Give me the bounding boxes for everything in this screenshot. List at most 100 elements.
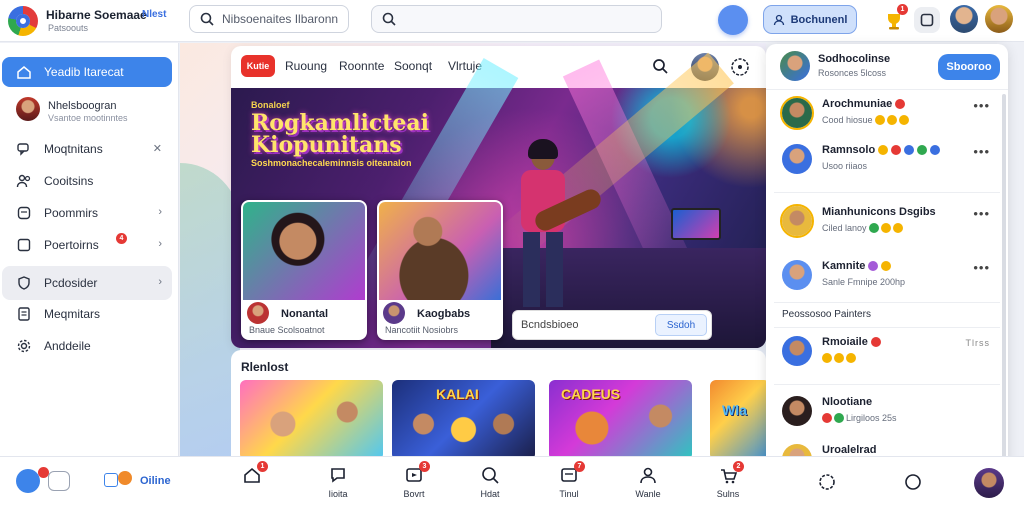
video-thumbnail[interactable]: Wla — [710, 380, 766, 456]
emoji-icon — [880, 223, 891, 233]
sidebar-item-pcdosider[interactable]: Pcdosider › — [2, 266, 172, 300]
bottom-nav-label: Sulns — [716, 489, 740, 499]
bottom-nav-mail[interactable]: 7 Tinul — [544, 461, 594, 509]
search-placeholder: Nibsoenaites Ilbaronn — [222, 12, 339, 26]
hero-text-input[interactable]: Bcndsbioeo Ssdoh — [512, 310, 712, 340]
scrollbar[interactable] — [1002, 94, 1006, 494]
notification-badge: 1 — [897, 4, 908, 15]
list-item[interactable]: Nlootiane Lirgiloos 25s — [766, 394, 1000, 434]
secondary-search-input[interactable] — [371, 5, 662, 33]
avatar[interactable] — [780, 51, 810, 81]
bell-icon — [17, 238, 31, 252]
gear-icon — [17, 339, 31, 353]
bottom-nav-label: Hdat — [480, 489, 500, 499]
hero-banner[interactable]: Bonaloef Rogkamlicteai Kiopunitans Soshm… — [231, 52, 766, 348]
sidebar-item-anddeile[interactable]: Anddeile — [2, 331, 172, 361]
sidebar-item-cooitsins[interactable]: Cooitsins — [2, 166, 172, 196]
chevron-right-icon: › — [158, 206, 162, 218]
more-options-icon[interactable]: ••• — [973, 144, 990, 159]
sidebar-item-label: Cooitsins — [44, 174, 94, 188]
hero-kicker: Bonaloef — [251, 100, 290, 110]
more-options-icon[interactable]: ••• — [973, 206, 990, 221]
sidebar-item-label: Poommirs — [44, 206, 99, 220]
bottom-nav-chat[interactable]: Iioita — [313, 465, 363, 509]
app-title: Hibarne Soemaae — [46, 8, 147, 22]
performer-card[interactable]: Nonantal Bnaue Scolsoatnot — [241, 200, 367, 340]
sidebar-item-poertoirns[interactable]: Poertoirns 4 › — [2, 230, 172, 260]
bottom-nav-profile[interactable]: Wanle — [623, 465, 673, 509]
chat-icon — [331, 468, 345, 483]
avatar — [16, 97, 40, 121]
panel-title: Sodhocolinse — [818, 53, 891, 65]
video-thumbnail[interactable] — [240, 380, 383, 456]
list-item[interactable]: Ramnsolo Usoo riiaos ••• — [766, 142, 1000, 182]
live-badge[interactable]: Kutie — [241, 55, 275, 77]
online-label[interactable]: Oiline — [140, 475, 171, 487]
feature-card: Kutie Ruoung Roonnte Soonqt Vlrtuje Bona… — [231, 46, 766, 348]
user-name: Nhelsboogran — [48, 100, 117, 112]
list-item[interactable]: Arochmuniae Cood hiosue ••• — [766, 96, 1000, 136]
tab-soonqt[interactable]: Soonqt — [394, 59, 432, 73]
video-thumbnail[interactable]: CADEUS — [549, 380, 692, 456]
bottom-nav-shop[interactable]: 2 Sulns — [703, 461, 753, 509]
performer-card[interactable]: Kaogbabs Nancotiit Nosiobrs — [377, 200, 503, 340]
notification-badge: 1 — [257, 461, 268, 472]
profile-avatar[interactable] — [985, 5, 1013, 33]
video-thumbnail[interactable]: KALAI — [392, 380, 535, 456]
emoji-icon — [898, 115, 909, 125]
status-orb-button[interactable] — [718, 5, 748, 35]
status-icon — [895, 99, 906, 109]
window-switch-icon[interactable] — [48, 471, 70, 491]
sidebar-item-home[interactable]: Yeadib Itarecat — [2, 57, 172, 87]
search-icon[interactable] — [652, 58, 668, 74]
app-switch-button[interactable] — [16, 469, 40, 493]
list-item[interactable]: Mianhunicons Dsgibs Ciled lanoy ••• — [766, 204, 1000, 244]
trophy-button[interactable]: 1 — [881, 4, 908, 33]
panel-action-button[interactable]: Sbooroo — [938, 54, 1000, 80]
app-logo[interactable] — [8, 6, 38, 36]
divider — [774, 384, 1000, 385]
list-item[interactable]: Kamnite Sanle Fmnipe 200hp ••• — [766, 258, 1000, 298]
list-item[interactable]: Rmoiaile Tlrss — [766, 334, 1000, 374]
bottom-nav-label: Iioita — [328, 489, 348, 499]
top-bar: Hibarne Soemaae Nlest Patsoouts Nibsoena… — [0, 0, 1024, 42]
right-panel: Sodhocolinse Rosonces 5lcoss Sbooroo Aro… — [766, 44, 1008, 506]
avatar — [247, 302, 269, 324]
avatar[interactable] — [950, 5, 978, 33]
app-subtitle: Patsoouts — [48, 23, 89, 33]
thumbnail-label: Wla — [722, 402, 747, 418]
sidebar-item-label: Yeadib Itarecat — [44, 65, 124, 79]
bottom-nav-home[interactable]: 1 — [227, 461, 277, 509]
section-title: Peossosoo Painters — [782, 309, 871, 320]
tab-ruoung[interactable]: Ruoung — [285, 59, 327, 73]
settings-icon[interactable] — [816, 471, 838, 493]
sidebar: Yeadib Itarecat Nhelsboogran Vsantoe moo… — [0, 43, 179, 456]
bottom-nav-video[interactable]: 3 Bovrt — [389, 461, 439, 509]
tab-roonnte[interactable]: Roonnte — [339, 59, 384, 73]
header-action-button[interactable]: Bochunenl — [763, 5, 857, 34]
search-input[interactable]: Nibsoenaites Ilbaronn — [189, 5, 349, 33]
window-button[interactable] — [914, 7, 940, 33]
online-icon[interactable] — [104, 473, 118, 487]
hero-input-placeholder: Bcndsbioeo — [521, 319, 579, 331]
sidebar-item-label: Meqmitars — [44, 307, 101, 321]
emoji-icon — [886, 115, 897, 125]
item-subtitle: Lirgiloos 25s — [822, 413, 897, 423]
shield-icon — [18, 276, 30, 290]
emoji-icon — [846, 353, 856, 363]
hero-submit-button[interactable]: Ssdoh — [655, 314, 707, 336]
sidebar-item-moqtnitans[interactable]: Moqtnitans ✕ — [2, 134, 172, 164]
bottom-nav-label: Tinul — [559, 489, 579, 499]
more-options-icon[interactable]: ••• — [973, 260, 990, 275]
sidebar-item-poommirs[interactable]: Poommirs › — [2, 198, 172, 228]
settings-icon[interactable] — [728, 55, 752, 79]
bottom-nav-search[interactable]: Hdat — [465, 465, 515, 509]
chat-bubble-icon[interactable] — [902, 471, 924, 493]
status-icon — [870, 337, 881, 347]
timestamp: Tlrss — [965, 338, 990, 348]
user-icon — [773, 14, 784, 25]
more-options-icon[interactable]: ••• — [973, 98, 990, 113]
close-icon[interactable]: ✕ — [153, 142, 162, 155]
profile-avatar[interactable] — [974, 468, 1004, 498]
sidebar-item-meqmitars[interactable]: Meqmitars — [2, 299, 172, 329]
